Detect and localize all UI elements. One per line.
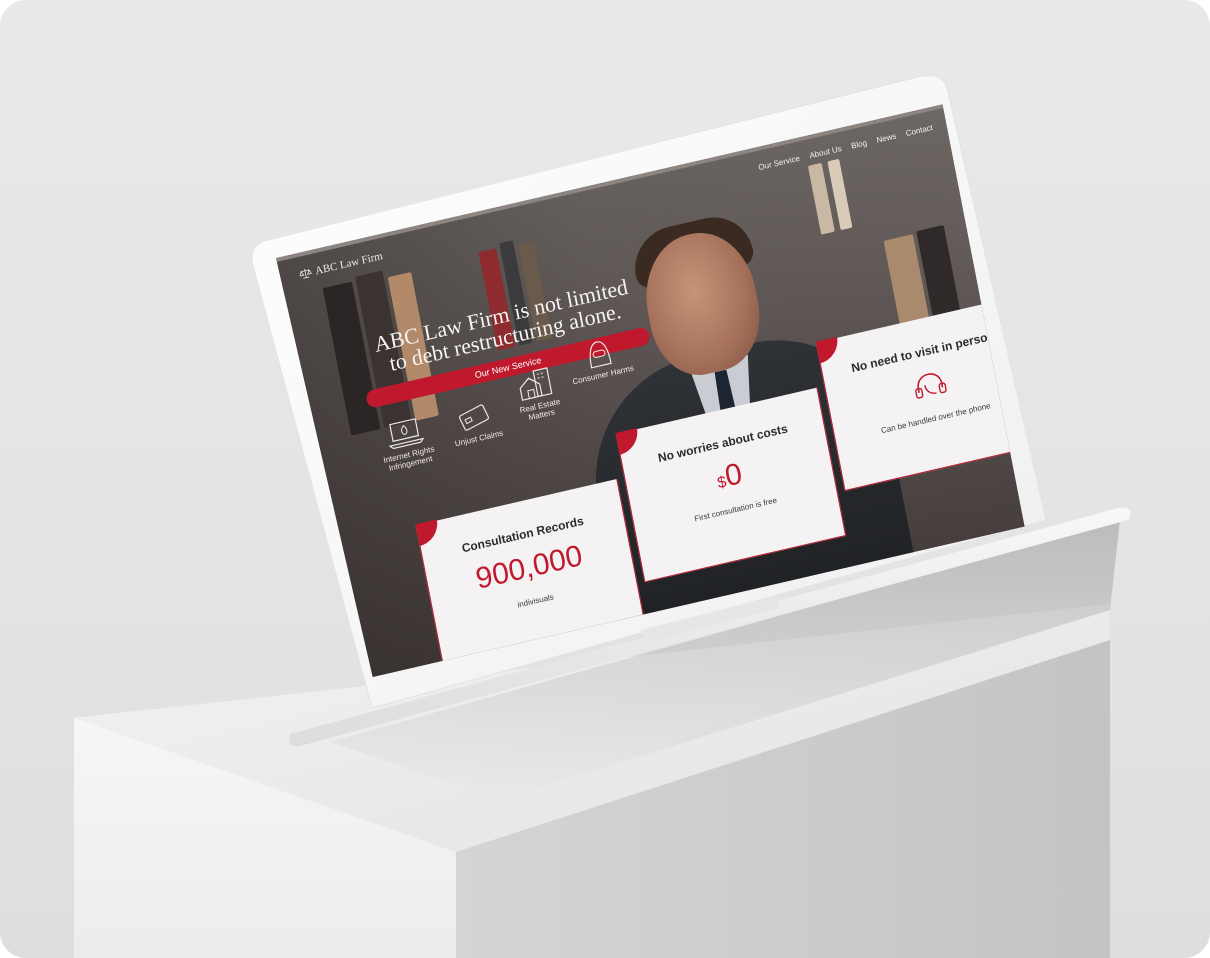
headset-icon bbox=[914, 373, 947, 399]
house-building-icon bbox=[519, 367, 553, 401]
card-accent-notch bbox=[815, 336, 842, 364]
card-accent-notch bbox=[415, 519, 441, 547]
card-accent-notch bbox=[615, 428, 642, 455]
mockup-background: ABC Law Firm Our Service About Us Blog N… bbox=[0, 0, 1210, 958]
scales-of-justice-icon bbox=[299, 268, 313, 279]
hooded-person-icon bbox=[589, 341, 612, 369]
